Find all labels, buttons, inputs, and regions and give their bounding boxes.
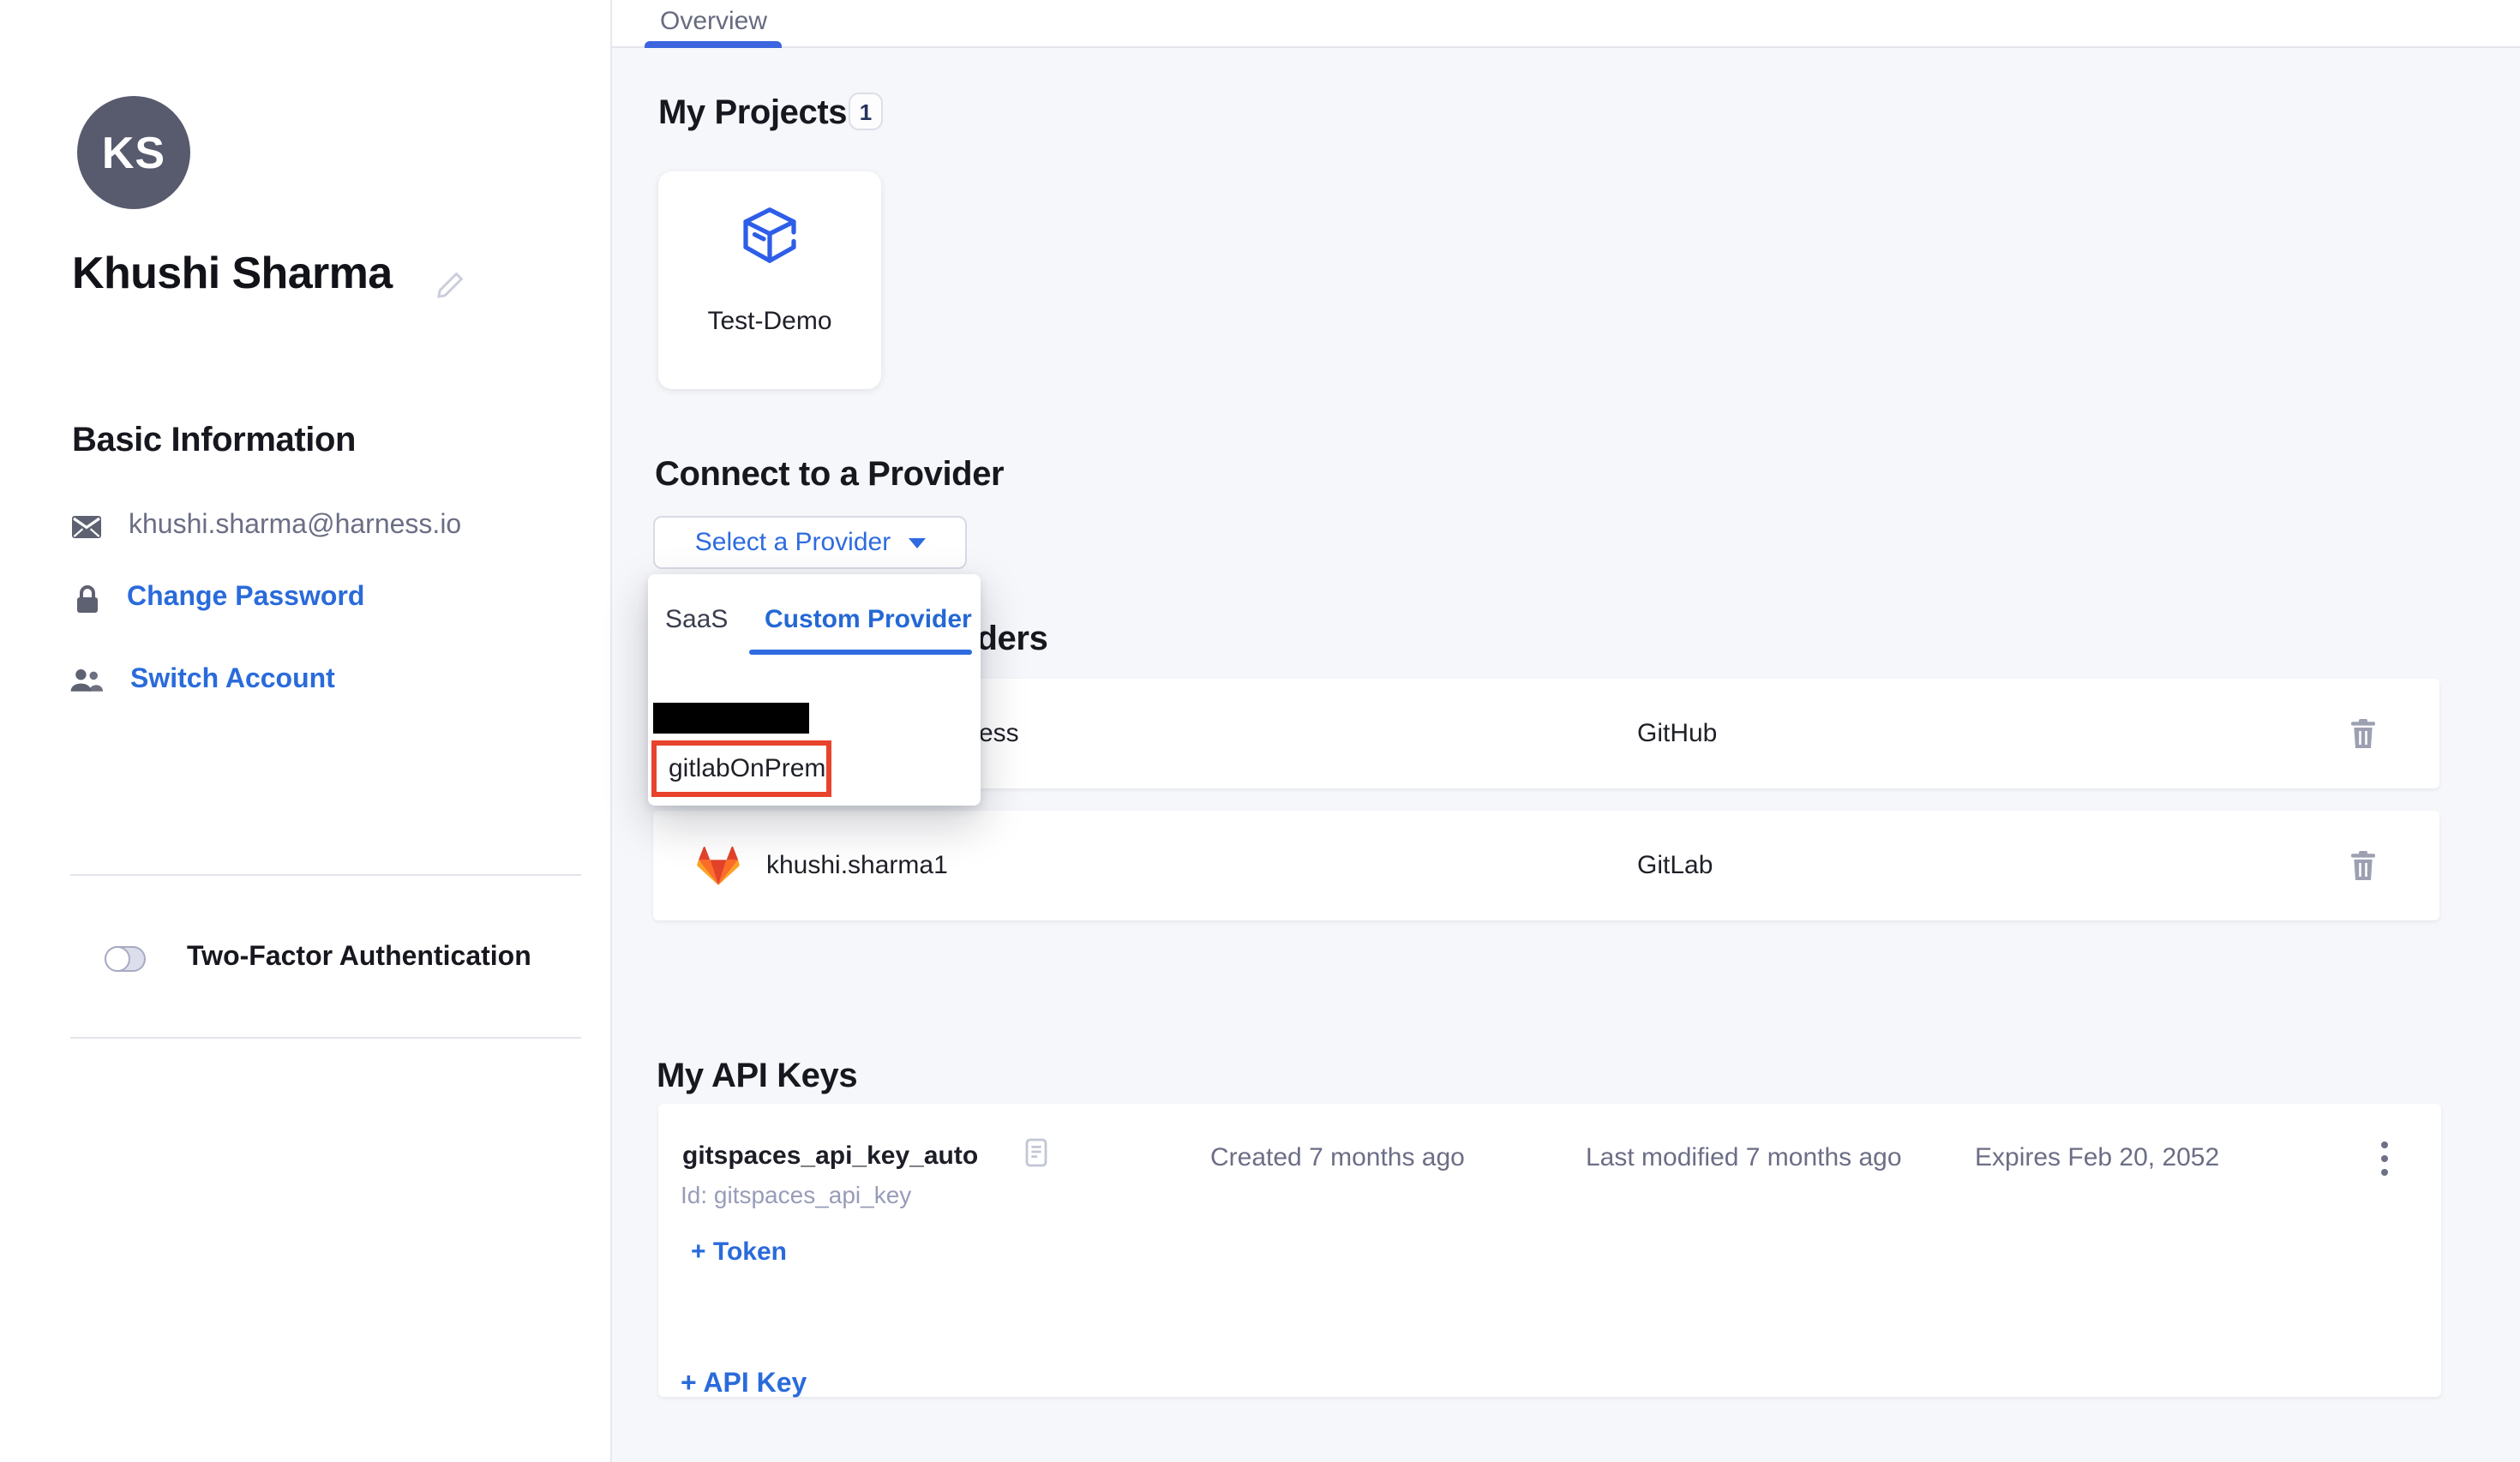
avatar: KS [77, 96, 190, 209]
dropdown-active-tab-underline [749, 650, 972, 655]
provider-type: GitHub [1637, 719, 1717, 748]
switch-account-link[interactable]: Switch Account [130, 665, 335, 696]
chevron-down-icon [908, 537, 925, 548]
add-token-button[interactable]: + Token [691, 1237, 787, 1267]
api-key-created: Created 7 months ago [1210, 1143, 1465, 1172]
divider [70, 1037, 581, 1039]
switch-account-row: Switch Account [70, 665, 335, 696]
switch-account-icon [70, 668, 103, 692]
project-name: Test-Demo [707, 307, 831, 336]
provider-row: khushi.sharma1 GitLab [653, 811, 2439, 920]
api-key-modified: Last modified 7 months ago [1586, 1143, 1902, 1172]
divider [70, 874, 581, 876]
email-row: khushi.sharma@harness.io [72, 511, 461, 542]
change-password-row: Change Password [75, 583, 364, 614]
api-key-row: gitspaces_api_key_auto Id: gitspaces_api… [658, 1104, 2441, 1397]
profile-sidebar: KS Khushi Sharma Basic Information khush… [0, 0, 612, 1462]
select-provider-button[interactable]: Select a Provider [653, 516, 967, 569]
annotation-highlight-box: gitlabOnPrem [651, 740, 831, 797]
project-card[interactable]: Test-Demo [658, 171, 881, 389]
provider-account-name: ess [979, 719, 1019, 748]
lock-icon [75, 584, 99, 613]
toggle-knob [105, 945, 130, 971]
redacted-provider-option[interactable] [653, 703, 809, 734]
delete-provider-trash-icon[interactable] [2350, 851, 2376, 880]
select-provider-label: Select a Provider [695, 528, 891, 557]
api-key-id: Id: gitspaces_api_key [681, 1181, 911, 1208]
change-password-link[interactable]: Change Password [127, 583, 364, 614]
add-api-key-button[interactable]: + API Key [681, 1369, 807, 1400]
main-content: My Projects 1 Test-Demo Connect to a Pro… [610, 48, 2520, 1462]
user-email: khushi.sharma@harness.io [129, 511, 461, 542]
provider-type: GitLab [1637, 851, 1713, 880]
email-icon [72, 515, 101, 537]
tab-overview[interactable]: Overview [660, 7, 767, 36]
two-factor-toggle[interactable] [105, 946, 146, 972]
my-api-keys-title: My API Keys [657, 1058, 857, 1097]
edit-name-pencil-icon[interactable] [435, 271, 465, 309]
my-projects-title: My Projects [658, 94, 847, 134]
provider-account-name: khushi.sharma1 [766, 851, 948, 880]
two-factor-label: Two-Factor Authentication [187, 943, 531, 974]
dropdown-tab-custom-provider[interactable]: Custom Provider [765, 605, 972, 634]
kebab-menu-icon[interactable] [2378, 1138, 2391, 1179]
delete-provider-trash-icon[interactable] [2350, 719, 2376, 748]
tab-bar: Overview [610, 0, 2520, 48]
projects-count-badge: 1 [849, 93, 883, 130]
profile-page: Overview My Projects 1 Test-Demo Connect… [0, 0, 2520, 1462]
connect-provider-title: Connect to a Provider [655, 456, 1004, 495]
gitlab-logo-icon [696, 845, 741, 886]
provider-dropdown-menu: SaaS Custom Provider gitlabOnPrem [648, 574, 981, 806]
api-key-expires: Expires Feb 20, 2052 [1975, 1143, 2219, 1172]
package-cube-icon [734, 202, 806, 283]
user-name: Khushi Sharma [72, 247, 393, 300]
dropdown-tab-saas[interactable]: SaaS [665, 605, 728, 634]
copy-icon[interactable] [1025, 1138, 1047, 1167]
basic-information-title: Basic Information [72, 422, 356, 461]
api-key-name: gitspaces_api_key_auto [682, 1141, 978, 1171]
dropdown-option-gitlabonprem[interactable]: gitlabOnPrem [657, 754, 825, 783]
